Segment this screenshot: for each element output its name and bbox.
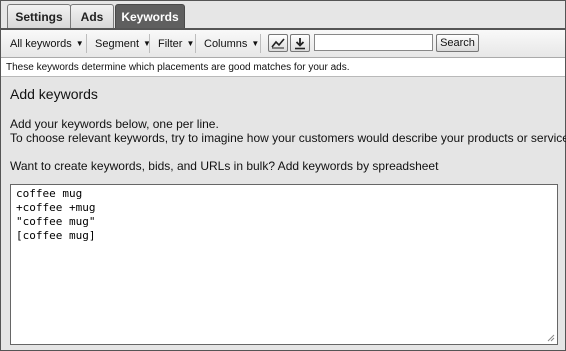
segment-label: Segment <box>95 37 140 50</box>
all-keywords-label: All keywords <box>10 37 72 50</box>
info-message: These keywords determine which placement… <box>1 58 565 77</box>
keyword-line: +coffee +mug <box>16 201 96 214</box>
toolbar-divider <box>260 34 261 53</box>
toolbar: All keywords ▼ Segment ▼ Filter ▼ Column… <box>1 30 565 58</box>
line-chart-icon <box>271 38 285 49</box>
toolbar-divider <box>149 34 150 53</box>
chevron-down-icon: ▼ <box>75 39 84 48</box>
instruction-line: To choose relevant keywords, try to imag… <box>10 131 566 145</box>
columns-dropdown[interactable]: Columns ▼ <box>204 30 259 57</box>
tab-keywords[interactable]: Keywords <box>115 4 185 28</box>
resize-grip-icon[interactable] <box>546 333 555 342</box>
tab-ads[interactable]: Ads <box>70 4 114 28</box>
filter-dropdown[interactable]: Filter ▼ <box>158 30 194 57</box>
keywords-textarea[interactable]: coffee mug +coffee +mug "coffee mug" [co… <box>10 184 558 345</box>
chart-button[interactable] <box>268 34 288 52</box>
add-keywords-section: Add keywords Add your keywords below, on… <box>1 78 566 350</box>
download-icon <box>295 37 305 49</box>
keywords-panel: Settings Ads Keywords All keywords ▼ Seg… <box>0 0 566 351</box>
filter-label: Filter <box>158 37 183 50</box>
toolbar-divider <box>195 34 196 53</box>
keyword-line: "coffee mug" <box>16 215 96 228</box>
chevron-down-icon: ▼ <box>251 39 260 48</box>
search-input[interactable] <box>314 34 433 51</box>
download-button[interactable] <box>290 34 310 52</box>
keyword-line: [coffee mug] <box>16 229 96 242</box>
tab-settings[interactable]: Settings <box>7 4 71 28</box>
chevron-down-icon: ▼ <box>186 39 195 48</box>
tab-bar: Settings Ads Keywords <box>1 1 565 30</box>
search-button[interactable]: Search <box>436 34 479 52</box>
all-keywords-dropdown[interactable]: All keywords ▼ <box>10 30 84 57</box>
keyword-line: coffee mug <box>16 187 83 200</box>
columns-label: Columns <box>204 37 248 50</box>
bulk-upload-prompt[interactable]: Want to create keywords, bids, and URLs … <box>10 159 438 173</box>
section-title: Add keywords <box>10 86 98 102</box>
toolbar-divider <box>86 34 87 53</box>
instruction-line: Add your keywords below, one per line. <box>10 117 219 131</box>
segment-dropdown[interactable]: Segment ▼ <box>95 30 151 57</box>
